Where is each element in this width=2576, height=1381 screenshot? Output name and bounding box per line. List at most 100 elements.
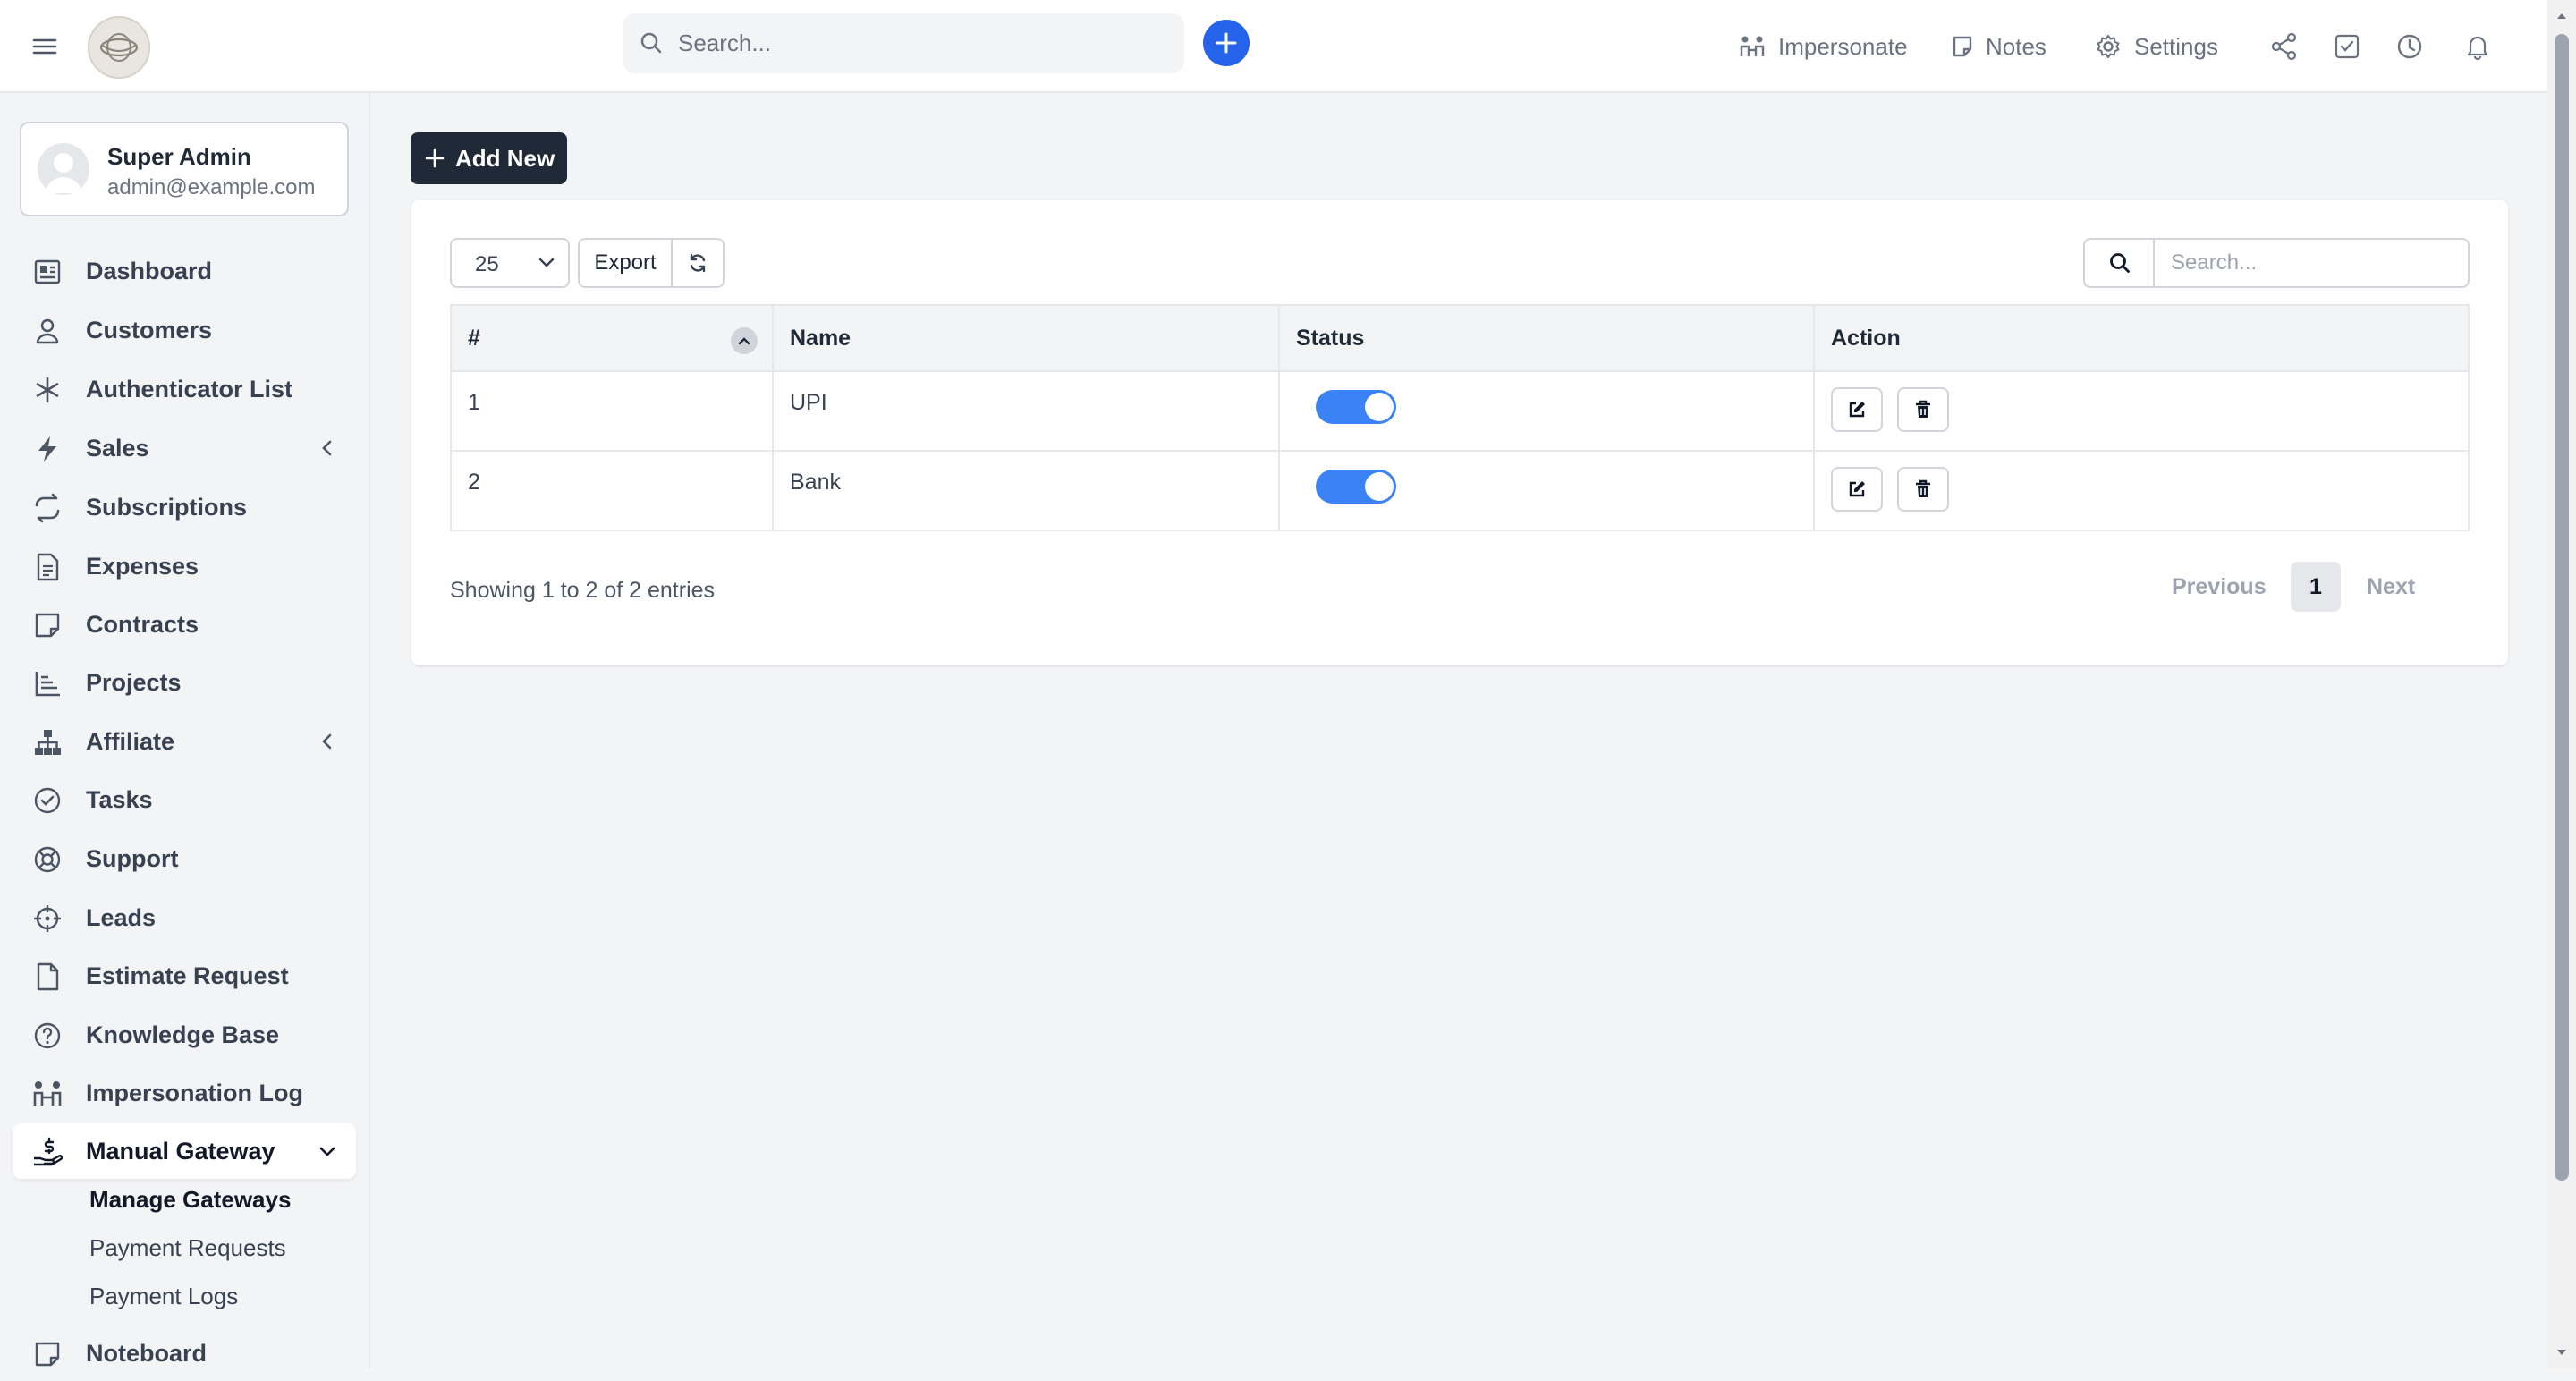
column-header-name: Name — [772, 304, 1280, 372]
chevron-left-icon — [318, 733, 336, 750]
page-scrollbar[interactable] — [2547, 0, 2576, 1368]
sidebar-item-projects[interactable]: Projects — [13, 655, 356, 710]
sidebar-item-label: Manual Gateway — [86, 1137, 275, 1165]
sidebar-item-contracts[interactable]: Contracts — [13, 597, 356, 652]
table-search-input[interactable] — [2171, 240, 2457, 286]
plus-icon — [425, 148, 445, 168]
status-toggle[interactable] — [1316, 390, 1396, 424]
menu-icon[interactable] — [30, 32, 59, 61]
sidebar-item-knowledge-base[interactable]: Knowledge Base — [13, 1007, 356, 1063]
sidebar-item-label: Knowledge Base — [86, 1021, 280, 1048]
table-search[interactable] — [2083, 238, 2470, 288]
gateways-card: 25 Export # Name Status Action — [411, 200, 2508, 665]
edit-button[interactable] — [1831, 467, 1883, 512]
edit-icon — [1849, 481, 1865, 497]
cell-name: Bank — [772, 450, 1280, 531]
sidebar-item-noteboard[interactable]: Noteboard — [13, 1326, 356, 1381]
checklist-icon[interactable] — [2333, 32, 2361, 61]
search-icon — [639, 30, 664, 55]
sidebar-item-label: Expenses — [86, 552, 199, 580]
asterisk-icon — [32, 375, 63, 405]
export-button[interactable]: Export — [580, 240, 673, 286]
question-icon — [32, 1021, 63, 1051]
sidebar-item-subscriptions[interactable]: Subscriptions — [13, 479, 356, 535]
sidebar-item-expenses[interactable]: Expenses — [13, 538, 356, 594]
sort-ascending-icon[interactable] — [731, 327, 758, 354]
sidebar-item-tasks[interactable]: Tasks — [13, 772, 356, 827]
column-header-number[interactable]: # — [450, 304, 774, 372]
sidebar-item-label: Authenticator List — [86, 375, 293, 402]
cell-id: 2 — [450, 450, 774, 531]
check-circle-icon — [32, 785, 63, 816]
toggle-knob — [1365, 393, 1394, 421]
sidebar-item-authenticator-list[interactable]: Authenticator List — [13, 361, 356, 417]
clock-icon[interactable] — [2395, 32, 2424, 61]
edit-button[interactable] — [1831, 387, 1883, 432]
status-toggle[interactable] — [1316, 470, 1396, 504]
sidebar-item-support[interactable]: Support — [13, 831, 356, 886]
crosshair-icon — [32, 903, 63, 934]
sidebar-subitem-payment-logs[interactable]: Payment Logs — [89, 1283, 238, 1310]
add-new-label: Add New — [455, 144, 555, 172]
pagination-page-current[interactable]: 1 — [2291, 562, 2341, 612]
sidebar-item-sales[interactable]: Sales — [13, 420, 356, 476]
user-card[interactable]: Super Admin admin@example.com — [20, 122, 349, 216]
add-new-button[interactable]: Add New — [411, 132, 567, 184]
hand-dollar-icon — [32, 1137, 63, 1167]
sidebar-item-manual-gateway[interactable]: Manual Gateway — [13, 1123, 356, 1179]
share-icon[interactable] — [2270, 32, 2299, 61]
note-icon — [32, 610, 63, 640]
user-name: Super Admin — [107, 143, 251, 170]
global-search[interactable] — [623, 13, 1184, 73]
chart-icon — [32, 668, 63, 699]
sidebar-item-label: Sales — [86, 434, 149, 462]
sidebar-item-label: Dashboard — [86, 257, 213, 284]
people-icon — [1739, 34, 1778, 59]
notes-link[interactable]: Notes — [1952, 27, 2046, 66]
people-icon — [32, 1079, 63, 1109]
scroll-down-arrow-icon[interactable] — [2555, 1345, 2569, 1360]
sidebar-item-dashboard[interactable]: Dashboard — [13, 243, 356, 299]
delete-button[interactable] — [1897, 467, 1949, 512]
sidebar-item-customers[interactable]: Customers — [13, 302, 356, 358]
sidebar-item-leads[interactable]: Leads — [13, 890, 356, 945]
sitemap-icon — [32, 727, 63, 758]
logo[interactable] — [88, 16, 150, 79]
sidebar-item-label: Affiliate — [86, 727, 175, 755]
cell-status — [1278, 370, 1815, 452]
global-search-input[interactable] — [678, 13, 1170, 73]
sidebar-item-label: Support — [86, 844, 179, 872]
gear-icon — [2095, 33, 2134, 60]
sidebar-item-label: Projects — [86, 668, 182, 696]
refresh-button[interactable] — [673, 240, 723, 286]
avatar — [38, 143, 89, 195]
scrollbar-thumb[interactable] — [2555, 34, 2569, 1181]
scroll-up-arrow-icon[interactable] — [2555, 9, 2569, 23]
toggle-knob — [1365, 472, 1394, 501]
pagination-next[interactable]: Next — [2367, 574, 2415, 624]
bell-icon[interactable] — [2463, 32, 2492, 61]
sidebar-item-impersonation-log[interactable]: Impersonation Log — [13, 1065, 356, 1121]
cell-name: UPI — [772, 370, 1280, 452]
sidebar-item-label: Tasks — [86, 785, 153, 813]
note-icon — [1952, 35, 1986, 58]
per-page-select[interactable]: 25 — [450, 238, 570, 288]
sidebar-item-estimate-request[interactable]: Estimate Request — [13, 948, 356, 1004]
sidebar-subitem-manage-gateways[interactable]: Manage Gateways — [89, 1186, 291, 1214]
quick-add-button[interactable] — [1203, 20, 1250, 66]
delete-button[interactable] — [1897, 387, 1949, 432]
dashboard-icon — [32, 257, 63, 287]
table-row: 2 Bank — [450, 450, 2470, 531]
bolt-icon — [32, 434, 63, 464]
pagination-previous[interactable]: Previous — [2172, 574, 2267, 624]
sidebar-subitem-payment-requests[interactable]: Payment Requests — [89, 1234, 286, 1262]
column-header-action: Action — [1813, 304, 2470, 372]
settings-link[interactable]: Settings — [2095, 27, 2218, 66]
sidebar-item-affiliate[interactable]: Affiliate — [13, 714, 356, 769]
file-icon — [32, 962, 63, 992]
settings-label: Settings — [2134, 32, 2218, 60]
document-icon — [32, 552, 63, 582]
cell-status — [1278, 450, 1815, 531]
gateways-table: # Name Status Action 1 UPI 2 Bank — [450, 304, 2470, 531]
impersonate-link[interactable]: Impersonate — [1739, 27, 1908, 66]
